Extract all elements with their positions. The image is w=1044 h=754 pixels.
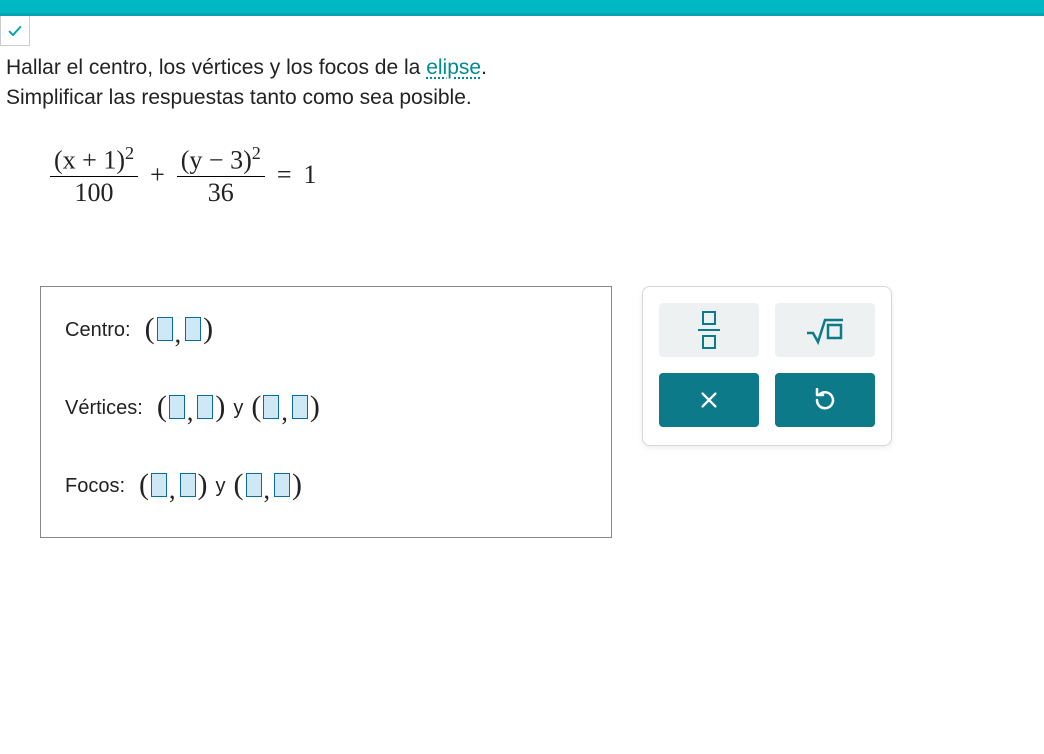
focos-row: Focos: ( , ) y ( , ) bbox=[65, 471, 587, 501]
vertices-label: Vértices: bbox=[65, 397, 143, 420]
fraction-icon bbox=[698, 311, 720, 349]
focus2-x-input[interactable] bbox=[246, 473, 262, 497]
vertex1-input: ( , ) bbox=[157, 393, 226, 423]
centro-x-input[interactable] bbox=[157, 317, 173, 341]
vertex2-y-input[interactable] bbox=[292, 395, 308, 419]
focus2-y-input[interactable] bbox=[274, 473, 290, 497]
open-paren: ( bbox=[145, 314, 155, 344]
term2-denominator: 36 bbox=[208, 177, 234, 206]
prompt-text-1a: Hallar el centro, los vértices y los foc… bbox=[6, 56, 426, 79]
close-paren: ) bbox=[203, 314, 213, 344]
fraction-button[interactable] bbox=[659, 303, 759, 357]
vertex1-x-input[interactable] bbox=[169, 395, 185, 419]
term1-exponent: 2 bbox=[125, 143, 134, 163]
undo-icon bbox=[813, 388, 837, 412]
fraction-term-2: (y − 3)2 36 bbox=[177, 144, 265, 206]
centro-y-input[interactable] bbox=[185, 317, 201, 341]
comma: , bbox=[175, 319, 184, 349]
prompt-line-1: Hallar el centro, los vértices y los foc… bbox=[6, 56, 1038, 80]
ellipse-equation: (x + 1)2 100 + (y − 3)2 36 = 1 bbox=[50, 144, 1038, 206]
header-bar bbox=[0, 0, 1044, 16]
close-icon bbox=[698, 389, 720, 411]
focus2-input: ( , ) bbox=[234, 471, 303, 501]
term2-numerator-base: (y − 3) bbox=[181, 146, 252, 175]
term1-denominator: 100 bbox=[75, 177, 114, 206]
math-tool-panel bbox=[642, 286, 892, 446]
equals-operator: = bbox=[275, 160, 294, 190]
term2-exponent: 2 bbox=[252, 143, 261, 163]
clear-button[interactable] bbox=[659, 373, 759, 427]
status-tab[interactable] bbox=[0, 16, 30, 46]
prompt-line-2: Simplificar las respuestas tanto como se… bbox=[6, 86, 1038, 110]
fraction-term-1: (x + 1)2 100 bbox=[50, 144, 138, 206]
y-separator: y bbox=[208, 475, 234, 498]
check-icon bbox=[7, 23, 23, 39]
focus1-x-input[interactable] bbox=[151, 473, 167, 497]
plus-operator: + bbox=[148, 160, 167, 190]
sqrt-button[interactable] bbox=[775, 303, 875, 357]
centro-label: Centro: bbox=[65, 319, 131, 342]
centro-input: ( , ) bbox=[145, 315, 214, 345]
sqrt-icon bbox=[805, 315, 845, 345]
prompt-text-1b: . bbox=[481, 56, 487, 79]
vertex2-input: ( , ) bbox=[251, 393, 320, 423]
problem-content: Hallar el centro, los vértices y los foc… bbox=[0, 46, 1044, 538]
vertex1-y-input[interactable] bbox=[197, 395, 213, 419]
answer-panel: Centro: ( , ) Vértices: ( , ) bbox=[40, 286, 612, 538]
focus1-input: ( , ) bbox=[139, 471, 208, 501]
focus1-y-input[interactable] bbox=[180, 473, 196, 497]
term1-numerator-base: (x + 1) bbox=[54, 146, 125, 175]
y-separator: y bbox=[225, 397, 251, 420]
vertices-row: Vértices: ( , ) y ( , ) bbox=[65, 393, 587, 423]
focos-label: Focos: bbox=[65, 475, 125, 498]
vertex2-x-input[interactable] bbox=[263, 395, 279, 419]
undo-button[interactable] bbox=[775, 373, 875, 427]
equation-rhs: 1 bbox=[304, 160, 317, 190]
ellipse-link[interactable]: elipse bbox=[426, 56, 481, 79]
centro-row: Centro: ( , ) bbox=[65, 315, 587, 345]
